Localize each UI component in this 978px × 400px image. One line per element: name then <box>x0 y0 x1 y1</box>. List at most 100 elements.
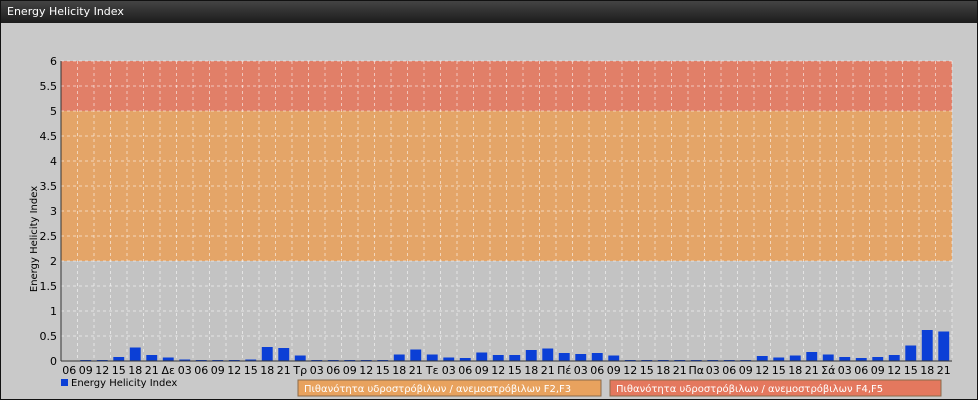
x-tick-label: 21 <box>937 364 951 377</box>
bar <box>591 353 603 361</box>
x-tick-label: 03 <box>178 364 192 377</box>
bar <box>608 355 620 361</box>
bar <box>921 330 933 361</box>
x-tick-label: 18 <box>392 364 406 377</box>
y-tick-label: 2 <box>50 255 57 268</box>
bar <box>575 354 587 361</box>
energy-helicity-chart: 00.511.522.533.544.555.56 06 09 12 15 18 21 Δε… <box>2 23 977 399</box>
x-tick-label: 15 <box>376 364 390 377</box>
x-tick-label: 18 <box>788 364 802 377</box>
x-tick-label: Τρ <box>292 364 307 377</box>
x-tick-label: 12 <box>95 364 109 377</box>
y-tick-label: 4.5 <box>40 130 58 143</box>
x-tick-label: 03 <box>442 364 456 377</box>
x-tick-label: 18 <box>128 364 142 377</box>
x-tick-label: 09 <box>211 364 225 377</box>
x-tick-label: 15 <box>640 364 654 377</box>
x-tick-label: Δε <box>162 364 176 377</box>
window-title: Energy Helicity Index <box>1 1 977 23</box>
bar <box>558 353 570 361</box>
x-tick-label: 03 <box>574 364 588 377</box>
y-tick-label: 6 <box>50 55 57 68</box>
bar <box>443 357 455 361</box>
bar <box>476 352 488 361</box>
bar <box>294 355 306 361</box>
x-tick-label: 15 <box>508 364 522 377</box>
y-tick-label: 1 <box>50 305 57 318</box>
bar <box>509 355 521 361</box>
bar <box>789 355 801 361</box>
y-tick-label: 5.5 <box>40 80 58 93</box>
bar <box>756 356 768 361</box>
x-tick-label: 06 <box>458 364 472 377</box>
x-tick-label: Πέ <box>557 364 571 377</box>
bar <box>113 357 125 361</box>
x-tick-label: 12 <box>623 364 637 377</box>
bar <box>426 354 438 361</box>
y-axis-label: Energy Helicity Index <box>29 186 40 292</box>
x-tick-label: 06 <box>854 364 868 377</box>
x-tick-label: 09 <box>739 364 753 377</box>
x-tick-label: 03 <box>706 364 720 377</box>
x-tick-label: 21 <box>805 364 819 377</box>
bar <box>261 347 273 361</box>
x-tick-label: 21 <box>145 364 159 377</box>
legend-series-swatch <box>61 379 68 386</box>
bar <box>129 347 141 361</box>
y-tick-label: 1.5 <box>40 280 58 293</box>
x-tick-label: 21 <box>409 364 423 377</box>
x-tick-label: 06 <box>722 364 736 377</box>
x-tick-label: Σά <box>821 364 835 377</box>
x-tick-label: 21 <box>673 364 687 377</box>
x-tick-label: 12 <box>887 364 901 377</box>
y-tick-label: 2.5 <box>40 230 58 243</box>
x-tick-label: 18 <box>656 364 670 377</box>
x-tick-label: Πα <box>688 364 704 377</box>
legend-series-label: Energy Helicity Index <box>71 378 177 389</box>
x-tick-label: 06 <box>62 364 76 377</box>
x-tick-label: 15 <box>904 364 918 377</box>
y-tick-label: 4 <box>50 155 57 168</box>
y-tick-label: 5 <box>50 105 57 118</box>
x-tick-label: 18 <box>260 364 274 377</box>
x-tick-label: 12 <box>359 364 373 377</box>
x-tick-label: 15 <box>244 364 258 377</box>
bar <box>542 348 554 361</box>
x-tick-label: 12 <box>755 364 769 377</box>
bar <box>278 348 290 361</box>
y-tick-label: 3.5 <box>40 180 58 193</box>
band-legend-label-2: Πιθανότητα υδροστρόβιλων / ανεμοστρόβιλω… <box>616 383 883 395</box>
bar <box>410 349 422 361</box>
bar <box>146 355 158 361</box>
y-tick-label: 3 <box>50 205 57 218</box>
bar <box>492 355 504 361</box>
x-tick-label: 09 <box>343 364 357 377</box>
y-tick-label: 0 <box>50 355 57 368</box>
bar <box>938 331 950 361</box>
x-tick-label: 03 <box>838 364 852 377</box>
x-tick-label: 12 <box>227 364 241 377</box>
x-tick-label: 09 <box>871 364 885 377</box>
x-tick-label: 06 <box>590 364 604 377</box>
band-legend-label-1: Πιθανότητα υδροστρόβιλων / ανεμοστρόβιλω… <box>304 383 571 395</box>
x-tick-label: Τε <box>425 364 439 377</box>
x-tick-label: 03 <box>310 364 324 377</box>
bar <box>905 345 917 361</box>
x-tick-label: 09 <box>607 364 621 377</box>
x-tick-label: 09 <box>79 364 93 377</box>
x-tick-label: 06 <box>326 364 340 377</box>
x-tick-label: 12 <box>491 364 505 377</box>
x-tick-label: 06 <box>194 364 208 377</box>
bar <box>162 357 174 361</box>
bar <box>822 354 834 361</box>
x-tick-label: 18 <box>920 364 934 377</box>
x-tick-label: 15 <box>772 364 786 377</box>
bar <box>839 357 851 361</box>
bar <box>888 355 900 361</box>
chart-window: Energy Helicity Index 0 0.5 1 1.5 2 2.5 3 3.5 4 4… <box>0 0 978 400</box>
x-tick-label: 09 <box>475 364 489 377</box>
x-tick-label: 15 <box>112 364 126 377</box>
y-tick-label: 0.5 <box>40 330 58 343</box>
bar <box>525 350 537 361</box>
bar <box>872 357 884 361</box>
